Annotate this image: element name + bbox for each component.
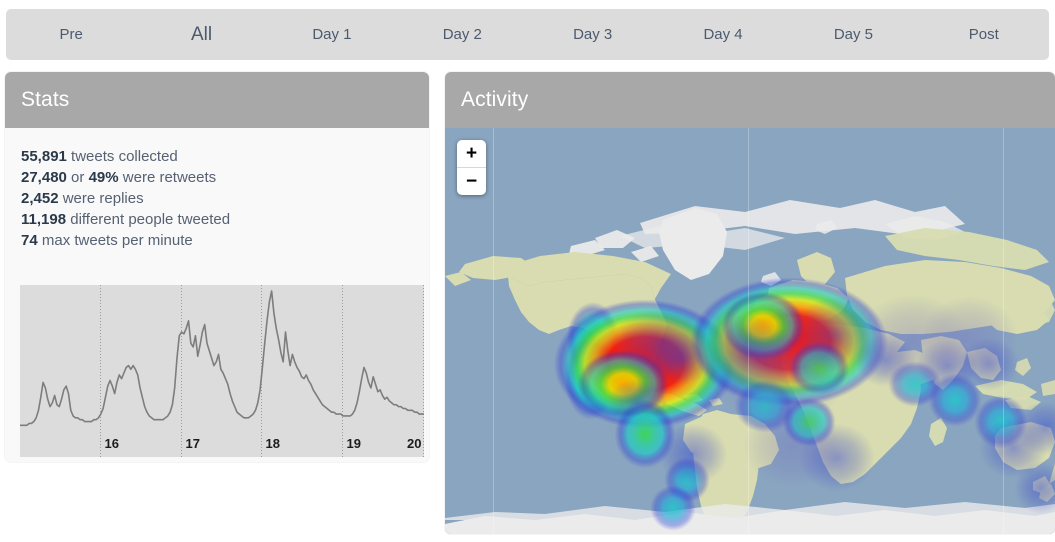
tab-day-3[interactable]: Day 3 — [528, 9, 658, 60]
stat-line: 74 max tweets per minute — [21, 230, 429, 251]
zoom-in-button[interactable]: + — [457, 140, 486, 168]
tab-day-1[interactable]: Day 1 — [267, 9, 397, 60]
activity-panel-title: Activity — [445, 72, 1055, 128]
map-tile-seam — [748, 128, 749, 534]
map-tile-seam — [1003, 128, 1004, 534]
sparkline-tick-label: 18 — [266, 436, 280, 451]
stat-line: 55,891 tweets collected — [21, 146, 429, 167]
stat-label: different people tweeted — [66, 211, 231, 228]
stat-value: 27,480 — [21, 169, 67, 186]
sparkline-tick-label: 16 — [105, 436, 119, 451]
tab-day-2[interactable]: Day 2 — [397, 9, 527, 60]
tab-pre[interactable]: Pre — [6, 9, 136, 60]
stat-label: were replies — [58, 190, 144, 207]
sparkline-tick-label: 17 — [186, 436, 200, 451]
zoom-out-button[interactable]: − — [457, 168, 486, 195]
heat-blob — [658, 423, 728, 485]
stat-label: tweets collected — [66, 148, 178, 165]
tab-day-4[interactable]: Day 4 — [658, 9, 788, 60]
stat-line: 27,480 or 49% were retweets — [21, 167, 429, 188]
stat-value: 55,891 — [21, 148, 67, 165]
map-zoom-controls: + − — [457, 140, 486, 195]
stats-panel-title: Stats — [5, 72, 429, 128]
heat-blob — [743, 404, 843, 488]
map-tile-seam — [493, 128, 494, 534]
world-heatmap-map[interactable]: + − — [445, 128, 1055, 534]
stat-value: 11,198 — [21, 211, 67, 228]
activity-panel: Activity + − — [445, 72, 1055, 534]
map-canvas — [445, 128, 1055, 534]
stat-line: 2,452 were replies — [21, 188, 429, 209]
stat-value-secondary: 49% — [88, 169, 119, 186]
stat-label: max tweets per minute — [37, 232, 193, 249]
heat-blob — [650, 485, 696, 531]
tab-all[interactable]: All — [136, 9, 266, 60]
stat-label: or — [66, 169, 89, 186]
tweets-per-minute-sparkline: 16 17 18 19 20 — [20, 285, 424, 457]
stat-value: 2,452 — [21, 190, 59, 207]
tab-post[interactable]: Post — [919, 9, 1049, 60]
app-root: Pre All Day 1 Day 2 Day 3 Day 4 Day 5 Post Stat… — [0, 0, 1055, 542]
sparkline-tick-label: 19 — [347, 436, 361, 451]
tab-day-5[interactable]: Day 5 — [788, 9, 918, 60]
stat-label-secondary: were retweets — [118, 169, 217, 186]
sparkline-svg: 16 17 18 19 20 — [20, 285, 424, 457]
stats-list: 55,891 tweets collected 27,480 or 49% wer… — [5, 128, 429, 251]
stats-panel: Stats 55,891 tweets collected 27,480 or 4… — [5, 72, 429, 462]
stat-line: 11,198 different people tweeted — [21, 209, 429, 230]
period-tab-bar: Pre All Day 1 Day 2 Day 3 Day 4 Day 5 Post — [6, 9, 1049, 60]
sparkline-tick-label: 20 — [407, 436, 421, 451]
stat-value: 74 — [21, 232, 38, 249]
